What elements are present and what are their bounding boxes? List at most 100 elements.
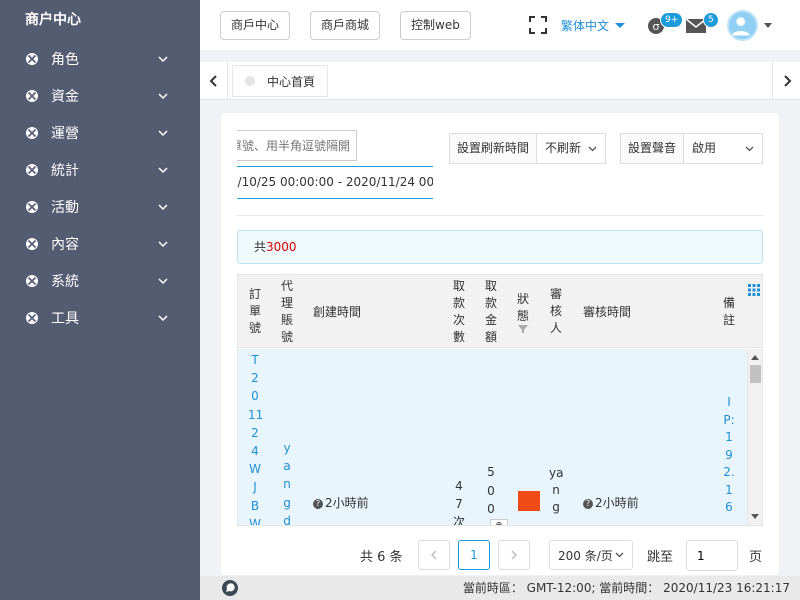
- sidebar-item-label: 統計: [51, 162, 79, 179]
- sound-value: 啟用: [692, 141, 717, 155]
- chevron-down-icon: [158, 203, 168, 210]
- timezone-info: 當前時區： GMT-12:00; 當前時間： 2020/11/23 16:21:…: [462, 581, 790, 595]
- control-web-button[interactable]: 控制web: [400, 11, 471, 40]
- tab-bar: 中心首頁: [200, 62, 800, 100]
- sidebar-item-label: 內容: [51, 236, 79, 253]
- chevron-down-icon: [158, 55, 168, 62]
- svg-text:σ: σ: [653, 20, 660, 33]
- language-select[interactable]: 繁体中文: [561, 17, 626, 34]
- date-range-value: 2020/10/25 00:00:00 - 2020/11/24 00:00:0…: [237, 175, 433, 189]
- sidebar-item-6[interactable]: 系統: [0, 262, 200, 299]
- chevron-down-icon: [158, 240, 168, 247]
- xbox-icon: [26, 52, 38, 65]
- th-count: 取款次數: [452, 278, 465, 344]
- xbox-icon: [26, 89, 38, 102]
- cell-order-no[interactable]: T 2 0 11 2 4 W J B W: [248, 351, 263, 525]
- chevron-down-icon: [745, 146, 754, 151]
- sidebar-item-4[interactable]: 活動: [0, 188, 200, 225]
- sidebar-item-1[interactable]: 資金: [0, 77, 200, 114]
- total-summary: 共3000: [237, 230, 763, 264]
- xbox-icon: [26, 163, 38, 176]
- xbox-icon: [26, 311, 38, 324]
- column-settings-icon[interactable]: [748, 284, 760, 296]
- merchant-center-button[interactable]: 商戶中心: [220, 11, 291, 40]
- status-indicator: [518, 491, 540, 511]
- scroll-down-icon[interactable]: [751, 514, 759, 519]
- merchant-mall-button[interactable]: 商戶商城: [310, 11, 381, 40]
- sidebar-item-label: 角色: [51, 51, 79, 68]
- page-size-select[interactable]: 200 条/页: [549, 540, 633, 570]
- table-scrollbar[interactable]: [747, 349, 762, 525]
- chevron-down-icon: [158, 92, 168, 99]
- whatsapp-icon[interactable]: [221, 579, 239, 597]
- cell-created: ? 2小時前: [313, 494, 369, 511]
- mail-badge: 5: [703, 12, 719, 28]
- th-created: 創建時間: [313, 305, 362, 319]
- th-order-no: 訂單號: [248, 287, 261, 335]
- sidebar-item-0[interactable]: 角色: [0, 40, 200, 77]
- pagination-total: 共 6 条: [360, 550, 403, 565]
- chevron-down-icon: [158, 166, 168, 173]
- chevron-left-icon: [431, 550, 437, 560]
- page-number-button[interactable]: 1: [458, 540, 490, 570]
- user-avatar-icon: [731, 17, 750, 36]
- sidebar-item-label: 工具: [51, 310, 79, 327]
- sidebar-item-3[interactable]: 統計: [0, 151, 200, 188]
- total-count: 3000: [266, 240, 297, 254]
- chevron-down-icon: [615, 23, 626, 28]
- sound-select[interactable]: 啟用: [684, 134, 762, 163]
- page-suffix: 页: [749, 550, 763, 565]
- fullscreen-icon[interactable]: [529, 16, 547, 34]
- next-page-button[interactable]: [498, 540, 530, 570]
- avatar-dropdown-icon[interactable]: [764, 23, 772, 28]
- jump-label: 跳至: [647, 550, 674, 565]
- language-label: 繁体中文: [561, 19, 610, 33]
- prev-page-button[interactable]: [418, 540, 450, 570]
- tab-home[interactable]: 中心首頁: [232, 65, 329, 97]
- cell-review-time: ? 2小時前: [583, 494, 639, 511]
- sidebar-brand: 商户中心: [25, 12, 81, 28]
- help-icon: ?: [583, 498, 593, 509]
- refresh-time-select[interactable]: 不刷新: [537, 134, 605, 163]
- chevron-down-icon: [615, 552, 624, 558]
- refresh-time-group: 設置刷新時間 不刷新: [449, 133, 606, 164]
- cell-count: 47次: [452, 479, 465, 525]
- chevron-down-icon: [158, 314, 168, 321]
- cell-agent[interactable]: yangd: [280, 439, 294, 525]
- order-number-input[interactable]: [237, 130, 357, 161]
- main-card: 2020/10/25 00:00:00 - 2020/11/24 00:00:0…: [221, 113, 779, 575]
- xbox-icon: [26, 126, 38, 139]
- tab-scroll-right-button[interactable]: [772, 62, 800, 100]
- notification-badge: 9+: [660, 12, 684, 28]
- xbox-icon: [26, 200, 38, 213]
- xbox-icon: [26, 274, 38, 287]
- chevron-right-icon: [511, 550, 517, 560]
- sound-group: 設置聲音 啟用: [620, 133, 763, 164]
- sidebar-item-7[interactable]: 工具: [0, 299, 200, 336]
- th-status[interactable]: 狀態: [516, 275, 530, 348]
- help-icon: ?: [313, 498, 323, 509]
- th-review-time: 審核時間: [583, 305, 632, 319]
- sidebar-item-label: 系統: [51, 273, 79, 290]
- detail-icon[interactable]: ⊕: [490, 519, 508, 525]
- sidebar-item-5[interactable]: 內容: [0, 225, 200, 262]
- avatar[interactable]: [727, 10, 758, 41]
- refresh-time-label: 設置刷新時間: [450, 134, 538, 163]
- scrollbar-thumb[interactable]: [750, 365, 761, 383]
- sidebar-item-2[interactable]: 運營: [0, 114, 200, 151]
- refresh-time-value: 不刷新: [545, 141, 582, 155]
- th-reviewer: 審核人: [549, 287, 562, 335]
- th-agent: 代理賬號: [280, 278, 293, 344]
- top-header: 商戶中心 商戶商城 控制web 繁体中文 σ 9+ 5: [200, 0, 800, 50]
- sound-label: 設置聲音: [621, 134, 685, 163]
- table-body: T 2 0 11 2 4 W J B W yangd ? 2小時前 47次 500 ⊕ ya n g ?…: [238, 349, 747, 525]
- sidebar-item-label: 活動: [51, 199, 79, 216]
- date-range-input[interactable]: 2020/10/25 00:00:00 - 2020/11/24 00:00:0…: [237, 166, 433, 199]
- tab-scroll-left-button[interactable]: [200, 62, 228, 100]
- filter-icon[interactable]: [518, 324, 528, 333]
- scroll-up-icon[interactable]: [751, 355, 759, 360]
- chevron-down-icon: [158, 129, 168, 136]
- jump-page-input[interactable]: [686, 540, 738, 571]
- orders-table: 訂單號 代理賬號 創建時間 取款次數 取款金額 狀態 審核人 審核時間 備註 T…: [237, 274, 763, 526]
- total-prefix: 共: [254, 240, 267, 254]
